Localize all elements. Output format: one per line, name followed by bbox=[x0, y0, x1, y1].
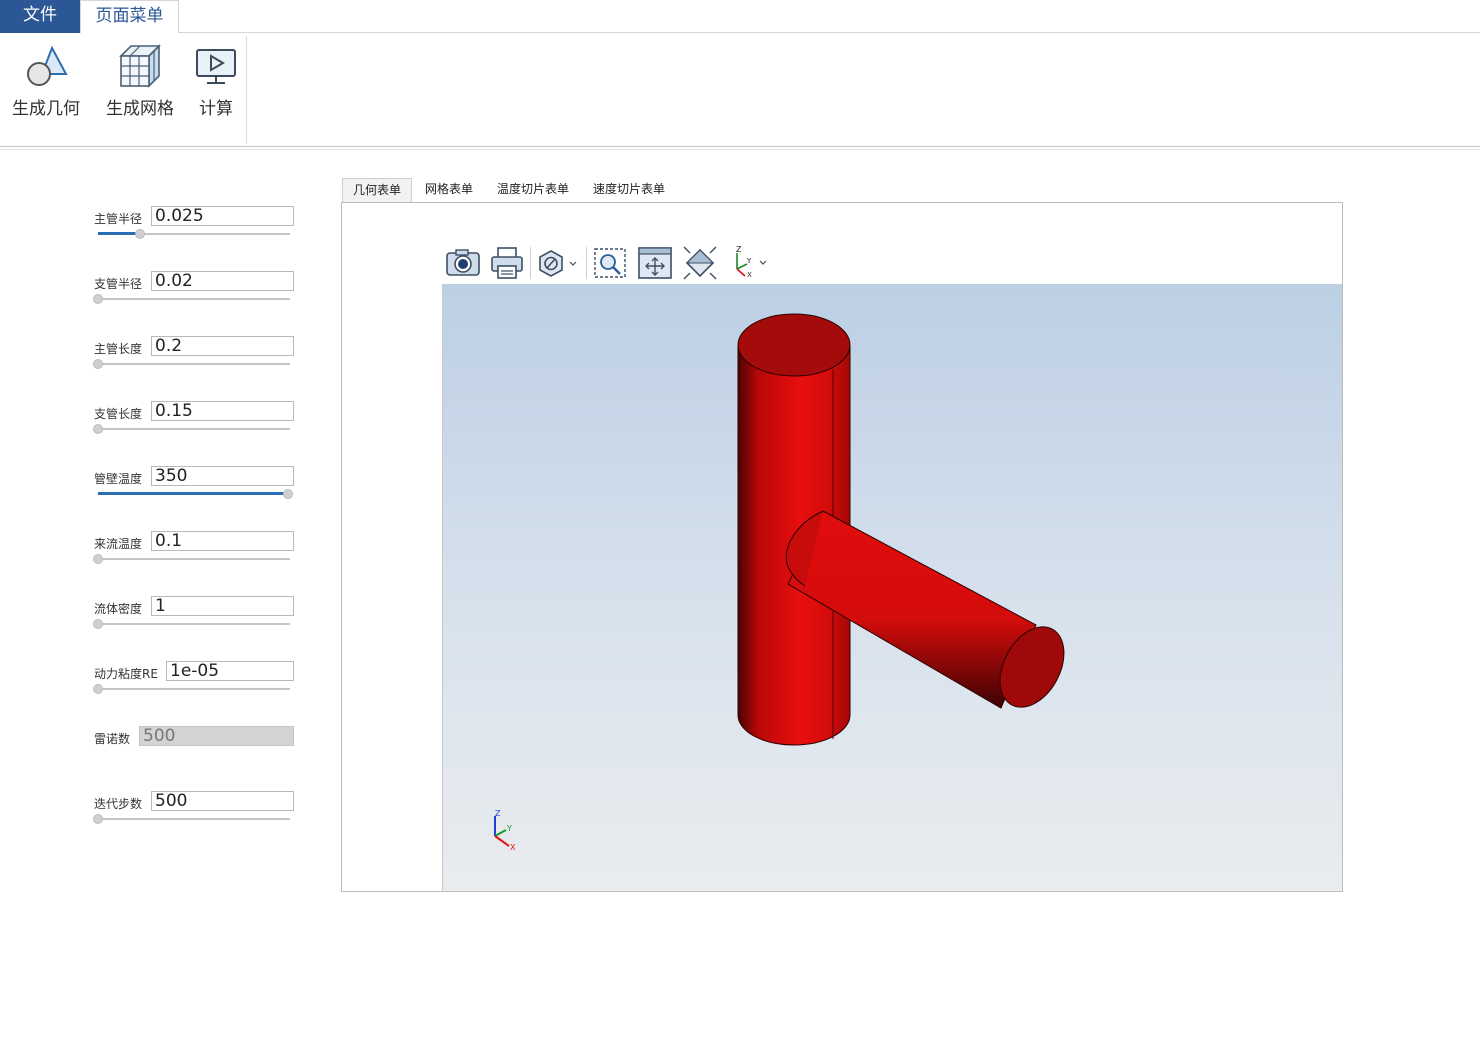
axes-triad-icon: Z Y X bbox=[494, 809, 516, 852]
generate-mesh-label: 生成网格 bbox=[106, 99, 174, 119]
tab-geometry-form[interactable]: 几何表单 bbox=[342, 178, 413, 202]
generate-geometry-button[interactable]: 生成几何 bbox=[8, 42, 84, 119]
tab-mesh-form[interactable]: 网格表单 bbox=[425, 178, 473, 202]
wall-temperature-input[interactable]: 350 bbox=[151, 466, 294, 486]
fluid-density-slider[interactable] bbox=[93, 618, 290, 629]
tab-temperature-slice-form[interactable]: 温度切片表单 bbox=[497, 178, 569, 202]
tab-file[interactable]: 文件 bbox=[0, 0, 80, 33]
compute-label: 计算 bbox=[199, 99, 233, 119]
iteration-steps-input[interactable]: 500 bbox=[151, 791, 294, 811]
axis-y-label: Y bbox=[506, 824, 512, 833]
ribbon-tab-bar: 文件 页面菜单 bbox=[0, 0, 1480, 34]
main-radius-input[interactable]: 0.025 bbox=[151, 206, 294, 226]
branch-radius-input[interactable]: 0.02 bbox=[151, 271, 294, 291]
param-label: 流体密度 bbox=[94, 602, 143, 616]
iteration-steps-slider[interactable] bbox=[93, 813, 290, 824]
axes-orientation-icon[interactable]: Z Y X bbox=[727, 245, 771, 281]
reynolds-number-input: 500 bbox=[139, 726, 294, 746]
param-label: 雷诺数 bbox=[94, 732, 131, 746]
ribbon-divider bbox=[0, 146, 1480, 150]
inflow-temperature-input[interactable]: 0.1 bbox=[151, 531, 294, 551]
camera-icon[interactable] bbox=[445, 245, 481, 281]
branch-length-slider[interactable] bbox=[93, 423, 290, 434]
tab-page-menu[interactable]: 页面菜单 bbox=[80, 0, 179, 34]
main-length-slider[interactable] bbox=[93, 358, 290, 369]
svg-text:X: X bbox=[747, 271, 752, 279]
ribbon-group-divider bbox=[246, 36, 247, 144]
dynamic-viscosity-slider[interactable] bbox=[93, 683, 290, 694]
dynamic-viscosity-input[interactable]: 1e-05 bbox=[166, 661, 294, 681]
param-label: 支管半径 bbox=[94, 277, 143, 291]
reset-view-icon[interactable] bbox=[682, 245, 718, 281]
generate-geometry-label: 生成几何 bbox=[12, 99, 80, 119]
print-icon[interactable] bbox=[489, 245, 525, 281]
t-junction-pipe-model[interactable]: Z Y X bbox=[443, 284, 1343, 891]
param-label: 主管长度 bbox=[94, 342, 143, 356]
svg-text:Y: Y bbox=[746, 257, 752, 265]
generate-mesh-button[interactable]: 生成网格 bbox=[102, 42, 178, 119]
compute-button[interactable]: 计算 bbox=[192, 42, 240, 119]
monitor-play-icon bbox=[196, 49, 236, 84]
3d-viewport[interactable]: Z Y X bbox=[442, 284, 1342, 891]
inflow-temperature-slider[interactable] bbox=[93, 553, 290, 564]
main-length-input[interactable]: 0.2 bbox=[151, 336, 294, 356]
wall-temperature-slider[interactable] bbox=[98, 488, 293, 499]
mesh-cube-icon bbox=[119, 44, 161, 88]
tab-velocity-slice-form[interactable]: 速度切片表单 bbox=[593, 178, 665, 202]
param-label: 迭代步数 bbox=[94, 797, 143, 811]
zoom-box-icon[interactable] bbox=[592, 245, 628, 281]
param-label: 主管半径 bbox=[94, 212, 143, 226]
param-label: 管壁温度 bbox=[94, 472, 143, 486]
clip-icon[interactable] bbox=[536, 245, 582, 281]
axis-x-label: X bbox=[510, 843, 516, 852]
fluid-density-input[interactable]: 1 bbox=[151, 596, 294, 616]
fit-view-icon[interactable] bbox=[637, 245, 673, 281]
toolbar-separator bbox=[586, 247, 587, 279]
branch-radius-slider[interactable] bbox=[93, 293, 290, 304]
branch-length-input[interactable]: 0.15 bbox=[151, 401, 294, 421]
param-label: 支管长度 bbox=[94, 407, 143, 421]
param-label: 来流温度 bbox=[94, 537, 143, 551]
param-label: 动力粘度RE bbox=[94, 667, 158, 681]
svg-text:Z: Z bbox=[736, 245, 742, 254]
toolbar-separator bbox=[530, 247, 531, 279]
axis-z-label: Z bbox=[495, 809, 501, 818]
geometry-icon bbox=[27, 45, 68, 86]
main-radius-slider[interactable] bbox=[98, 228, 290, 239]
